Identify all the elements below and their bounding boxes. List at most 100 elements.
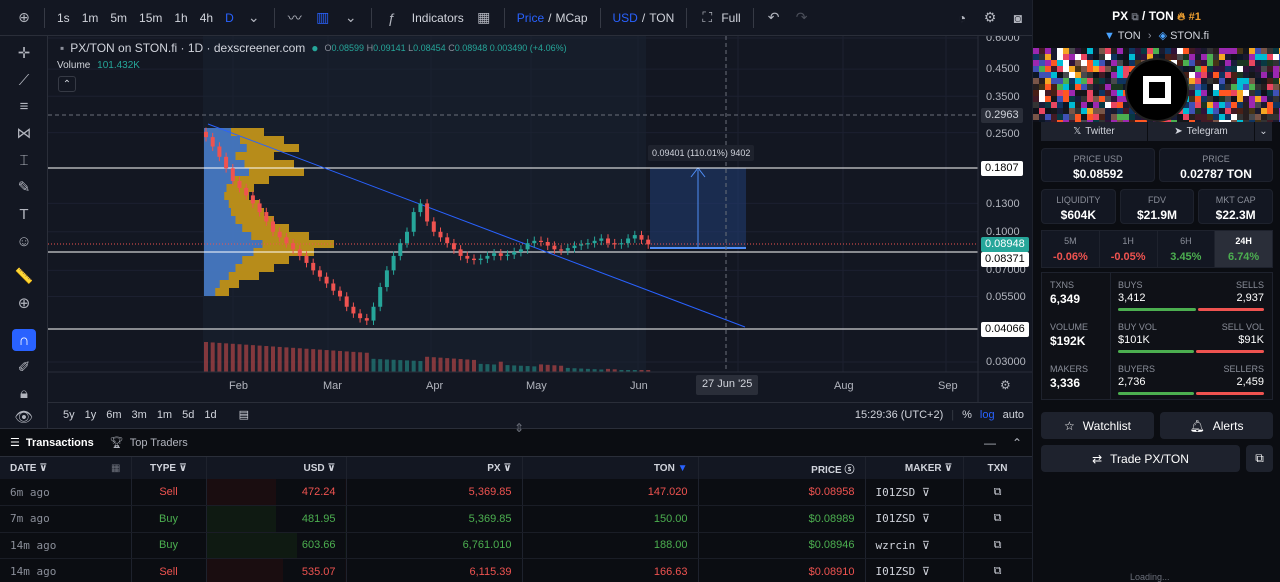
usd-ton-toggle[interactable]: USD / TON xyxy=(607,6,681,30)
filter-icon[interactable]: ⊽ xyxy=(922,512,930,525)
tf-1h[interactable]: 1H -0.05% xyxy=(1099,231,1158,267)
dex-name[interactable]: STON.fi xyxy=(1170,30,1209,42)
filter-icon[interactable]: ⊽ xyxy=(327,463,335,474)
filter-icon[interactable]: ⊽ xyxy=(922,565,930,578)
filter-icon[interactable]: ⊽ xyxy=(503,463,511,474)
external-link-icon[interactable]: ⧉ xyxy=(963,479,1033,506)
range-3m[interactable]: 3m xyxy=(127,409,152,421)
ruler-icon[interactable]: 📏 xyxy=(12,265,36,287)
tf-5m[interactable]: 5M -0.06% xyxy=(1042,231,1100,267)
tf-24h[interactable]: 24H 6.74% xyxy=(1215,231,1272,267)
price-chart[interactable]: ▪ PX/TON on STON.fi · 1D · dexscreener.c… xyxy=(48,36,1032,428)
lock-drawings-icon[interactable]: ✐ xyxy=(12,356,36,378)
trendline-icon[interactable]: ⟋ xyxy=(12,69,36,91)
candles-icon[interactable]: ▥ xyxy=(309,6,337,30)
lock-icon[interactable]: 🔒︎ xyxy=(12,382,36,404)
copy-icon[interactable]: ⧉ xyxy=(1132,12,1139,23)
percent-toggle[interactable]: % xyxy=(962,409,972,421)
auto-toggle[interactable]: auto xyxy=(1003,409,1024,421)
range-1m[interactable]: 1m xyxy=(152,409,177,421)
log-toggle[interactable]: log xyxy=(980,409,995,421)
external-link-icon[interactable]: ⧉ xyxy=(963,505,1033,533)
replay-icon[interactable]: ◔ xyxy=(948,6,976,30)
filter-icon[interactable]: ⊽ xyxy=(922,486,930,499)
eye-icon[interactable]: 👁︎ xyxy=(12,406,36,428)
timeframe-d[interactable]: D xyxy=(219,6,240,30)
range-1d[interactable]: 1d xyxy=(199,409,221,421)
filter-icon[interactable]: ⊽ xyxy=(179,463,187,474)
tx-maker[interactable]: wzrcin ⊽ xyxy=(865,532,964,559)
col-type[interactable]: TYPE ⊽ xyxy=(131,457,207,479)
external-link-icon[interactable]: ⧉ xyxy=(963,558,1033,582)
filter-icon[interactable]: ⊽ xyxy=(922,539,930,552)
collapse-legend-button[interactable]: ⌃ xyxy=(58,76,76,92)
zoom-in-icon[interactable]: ⊕ xyxy=(12,292,36,314)
emoji-icon[interactable]: ☺ xyxy=(12,230,36,252)
trade-button[interactable]: ⇄ Trade PX/TON xyxy=(1041,445,1240,472)
magnet-icon[interactable]: ∩ xyxy=(12,329,36,351)
price-mcap-toggle[interactable]: Price / MCap xyxy=(511,6,594,30)
timeframe-1s[interactable]: 1s xyxy=(51,6,76,30)
telegram-link[interactable]: ➤ Telegram xyxy=(1148,122,1255,141)
alerts-button[interactable]: 🔔︎ Alerts xyxy=(1160,412,1273,439)
pattern-icon[interactable]: ⋈ xyxy=(12,122,36,144)
undo-icon[interactable]: ↶ xyxy=(760,6,788,30)
camera-icon[interactable]: ◙ xyxy=(1004,6,1032,30)
line-chart-icon[interactable]: 〰 xyxy=(281,6,309,30)
col-px[interactable]: PX ⊽ xyxy=(346,457,523,479)
tx-maker[interactable]: I01ZSD ⊽ xyxy=(865,479,964,506)
tab-transactions[interactable]: ☰ Transactions xyxy=(10,436,94,450)
measure-range-icon[interactable]: ⌶ xyxy=(12,149,36,171)
table-row[interactable]: 6m ago Sell 472.24 5,369.85 147.020 $0.0… xyxy=(0,479,1033,506)
resize-handle-icon[interactable]: ⇕ xyxy=(514,421,524,435)
timeframe-5m[interactable]: 5m xyxy=(104,6,133,30)
chevron-down-icon[interactable]: ⌄ xyxy=(337,6,365,30)
filter-icon[interactable]: ⊽ xyxy=(944,463,952,474)
currency-icon[interactable]: ⓢ xyxy=(845,465,855,476)
minimize-icon[interactable]: — xyxy=(984,436,996,450)
filter-active-icon[interactable]: ▼ xyxy=(678,463,688,474)
calendar-icon[interactable]: ▦ xyxy=(111,463,120,474)
timeframe-1h[interactable]: 1h xyxy=(168,6,193,30)
range-5y[interactable]: 5y xyxy=(58,409,80,421)
table-row[interactable]: 7m ago Buy 481.95 5,369.85 150.00 $0.089… xyxy=(0,505,1033,533)
redo-icon[interactable]: ↷ xyxy=(788,6,816,30)
brush-icon[interactable]: ✎ xyxy=(12,176,36,198)
axis-settings-icon[interactable]: ⚙ xyxy=(1000,378,1011,392)
col-price[interactable]: PRICE ⓢ xyxy=(698,457,866,479)
indicators-button[interactable]: Indicators xyxy=(406,6,470,30)
timeframe-15m[interactable]: 15m xyxy=(133,6,168,30)
layout-grid-icon[interactable]: ▦ xyxy=(470,6,498,30)
table-row[interactable]: 14m ago Buy 603.66 6,761.010 188.00 $0.0… xyxy=(0,532,1033,559)
indicators-icon[interactable]: ƒ xyxy=(378,6,406,30)
filter-icon[interactable]: ⊽ xyxy=(39,463,47,474)
col-usd[interactable]: USD ⊽ xyxy=(206,457,347,479)
horizontal-lines-icon[interactable]: ≡ xyxy=(12,95,36,117)
watchlist-button[interactable]: ☆ Watchlist xyxy=(1041,412,1154,439)
table-row[interactable]: 14m ago Sell 535.07 6,115.39 166.63 $0.0… xyxy=(0,558,1033,582)
chain-name[interactable]: TON xyxy=(1118,30,1141,42)
more-links-button[interactable]: ⌄ xyxy=(1255,122,1273,141)
col-ton[interactable]: TON ▼ xyxy=(522,457,699,479)
range-5d[interactable]: 5d xyxy=(177,409,199,421)
gear-icon[interactable]: ⚙ xyxy=(976,6,1004,30)
add-symbol-icon[interactable]: ⊕ xyxy=(10,6,38,30)
chevron-down-icon[interactable]: ⌄ xyxy=(240,6,268,30)
external-link-icon[interactable]: ⧉ xyxy=(963,532,1033,559)
col-maker[interactable]: MAKER ⊽ xyxy=(865,457,964,479)
range-1y[interactable]: 1y xyxy=(80,409,102,421)
tab-top-traders[interactable]: 🏆︎ Top Traders xyxy=(110,436,188,450)
range-6m[interactable]: 6m xyxy=(101,409,126,421)
timeframe-1m[interactable]: 1m xyxy=(76,6,105,30)
crosshair-icon[interactable]: ✛ xyxy=(12,42,36,64)
text-icon[interactable]: T xyxy=(12,203,36,225)
calendar-icon[interactable]: ▤ xyxy=(234,408,254,421)
expand-icon[interactable]: ⌃ xyxy=(1012,436,1022,450)
fullscreen-icon[interactable]: ⛶ xyxy=(693,6,721,30)
open-external-button[interactable]: ⧉ xyxy=(1246,445,1273,472)
twitter-link[interactable]: 𝕏 Twitter xyxy=(1041,122,1148,141)
tx-maker[interactable]: I01ZSD ⊽ xyxy=(865,505,964,533)
tx-maker[interactable]: I01ZSD ⊽ xyxy=(865,558,964,582)
full-button[interactable]: Full xyxy=(721,6,746,30)
col-date[interactable]: DATE ⊽ ▦ xyxy=(0,457,132,479)
